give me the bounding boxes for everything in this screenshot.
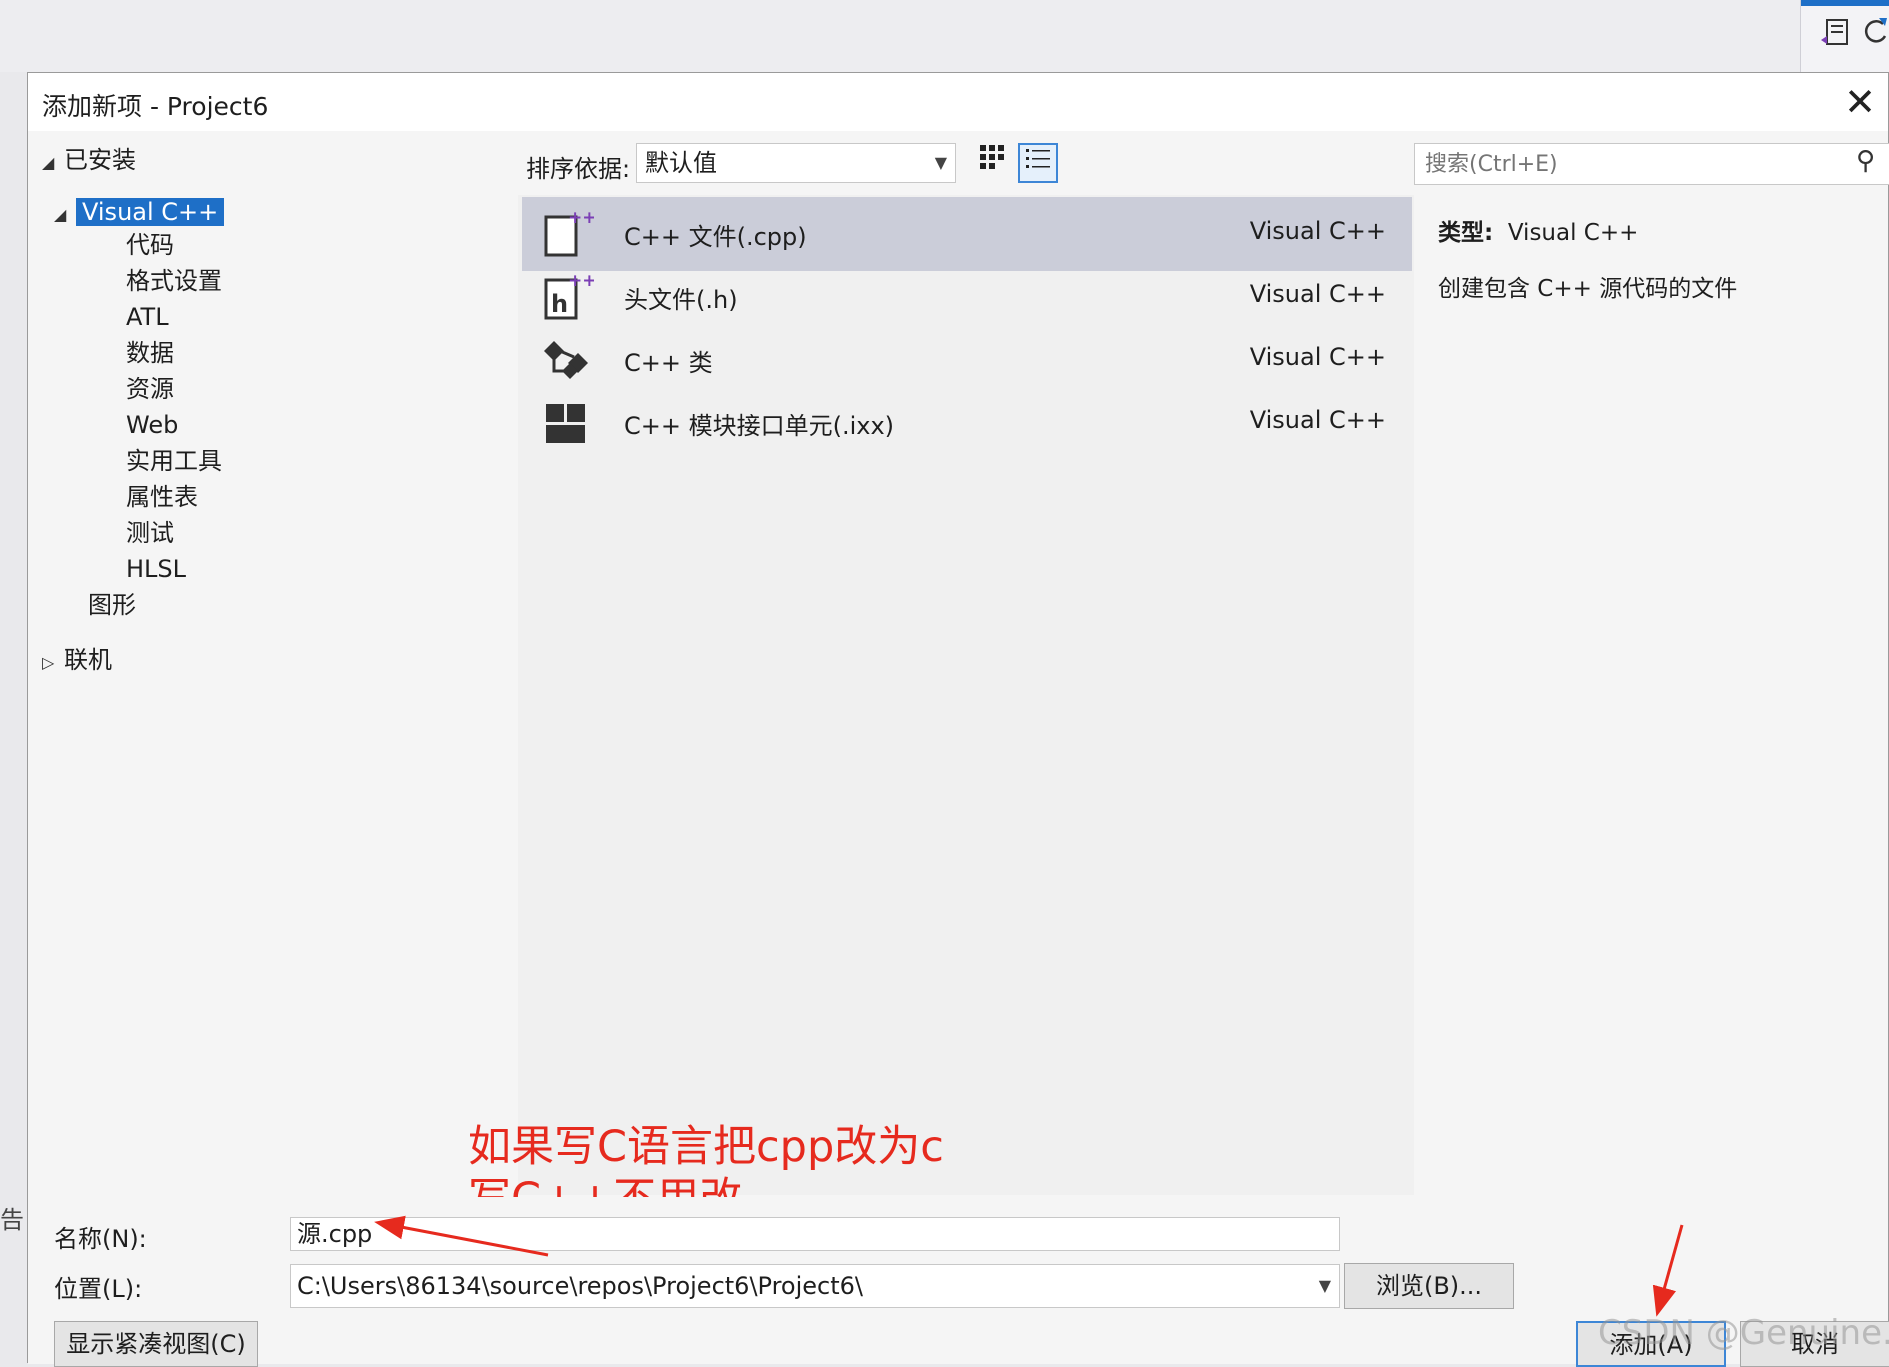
annotation-arrows bbox=[374, 1215, 1684, 1317]
arrow-to-add-button bbox=[1652, 1224, 1684, 1317]
arrow-to-name-field bbox=[374, 1215, 549, 1257]
side-hint-text: 告 bbox=[0, 1206, 24, 1234]
watermark: CSDN @Genuine... bbox=[1598, 1313, 1889, 1353]
ide-accent-bar bbox=[1801, 0, 1889, 6]
refresh-icon[interactable] bbox=[1861, 14, 1889, 54]
add-new-item-dialog: 添加新项 - Project6 ✕ ◢ 已安装 ◢ Visual C++ 代码 格式… bbox=[27, 72, 1889, 1367]
ide-background bbox=[0, 0, 1889, 72]
ide-toolbar-corner bbox=[1800, 0, 1889, 72]
solution-explorer-icon[interactable] bbox=[1819, 14, 1859, 54]
